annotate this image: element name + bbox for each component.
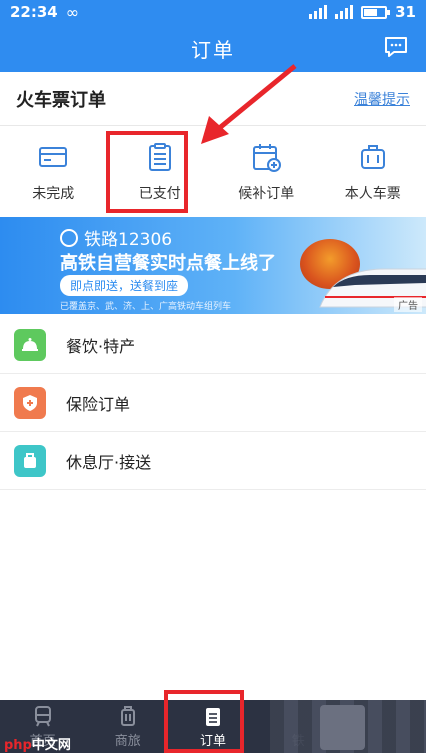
service-list: 餐饮·特产 保险订单 休息厅·接送 (0, 316, 426, 490)
railway-logo-icon (60, 228, 78, 247)
list-item-label: 休息厅·接送 (66, 452, 152, 472)
banner-brand-text: 铁路12306 (84, 230, 173, 250)
watermark: php中文网 (4, 734, 71, 753)
chat-icon[interactable] (384, 36, 408, 58)
suitcase-icon (360, 145, 385, 169)
signal-icon (309, 5, 328, 19)
banner-headline: 高铁自营餐实时点餐上线了 (60, 253, 276, 274)
tab-label: 候补订单 (238, 186, 295, 202)
highlight-box-orders-nav (164, 690, 244, 753)
list-item-food[interactable]: 餐饮·特产 (0, 316, 426, 374)
watermark-site: 中文网 (31, 738, 71, 753)
tab-my-tickets[interactable]: 本人车票 (320, 127, 426, 217)
shield-icon (14, 386, 46, 419)
status-right: 31 (309, 3, 416, 21)
banner-pill: 即点即送，送餐到座 (60, 275, 189, 296)
loop-icon: ∞ (65, 2, 80, 22)
tab-label: 未完成 (32, 186, 75, 202)
page-title: 订单 (191, 37, 235, 62)
status-time: 22:34 (10, 3, 58, 21)
card-icon (39, 147, 68, 167)
train-front-icon (34, 705, 51, 726)
tips-link[interactable]: 温馨提示 (354, 89, 410, 109)
highlight-box-paid (106, 131, 188, 213)
watermark-php: php (4, 738, 32, 753)
battery-level: 31 (395, 3, 416, 21)
status-bar: 22:34 ∞ 31 (0, 0, 426, 24)
banner-brand: 铁路12306 (60, 225, 172, 250)
signal-4g-icon (335, 5, 354, 19)
list-item-insurance[interactable]: 保险订单 (0, 374, 426, 432)
banner-subtext: 已覆盖京、武、济、上、广高铁动车组列车 (60, 302, 232, 312)
nav-label: 商旅 (114, 733, 141, 749)
luggage-icon (120, 705, 135, 726)
list-item-label: 餐饮·特产 (66, 336, 136, 356)
ad-banner[interactable]: 铁路12306 高铁自营餐实时点餐上线了 即点即送，送餐到座 已覆盖京、武、济、… (0, 217, 426, 314)
luggage-icon (14, 444, 46, 477)
food-bell-icon (14, 328, 46, 361)
section-title: 火车票订单 (16, 89, 106, 111)
list-item-label: 保险订单 (66, 394, 131, 414)
pixelated-block (320, 705, 365, 750)
annotation-arrow-icon (201, 64, 297, 144)
tab-unfinished[interactable]: 未完成 (0, 127, 107, 217)
battery-icon (361, 5, 391, 19)
nav-business[interactable]: 商旅 (85, 700, 170, 753)
tab-label: 本人车票 (344, 186, 401, 202)
list-item-lounge[interactable]: 休息厅·接送 (0, 432, 426, 490)
ad-label: 广告 (394, 297, 422, 312)
